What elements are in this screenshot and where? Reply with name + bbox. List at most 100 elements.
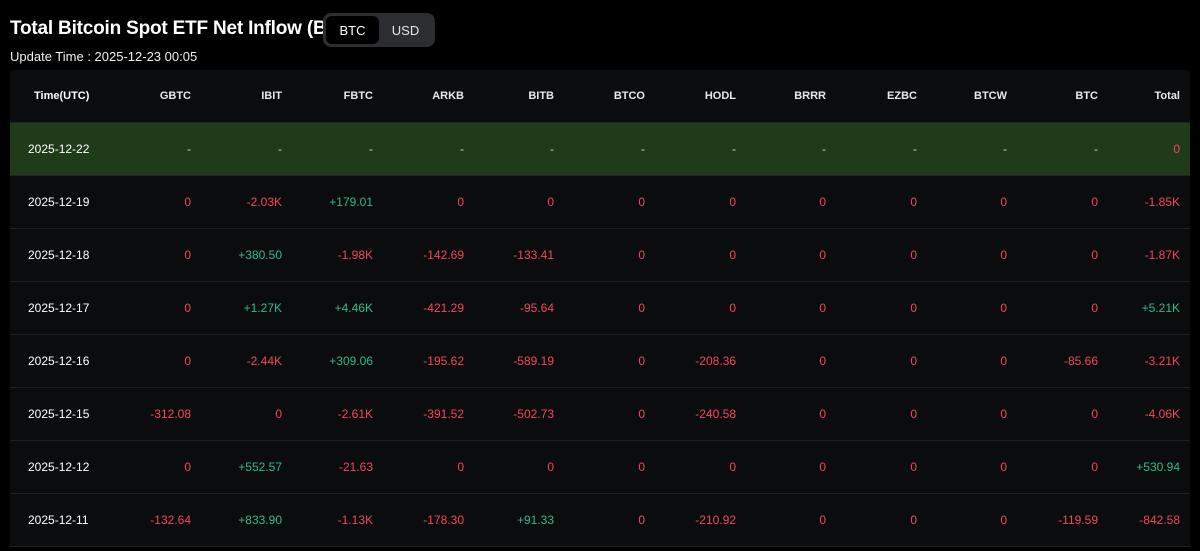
cell-gbtc: 0	[184, 301, 191, 315]
cell-ibit: -	[278, 142, 282, 156]
table-row: 2025-12-11 -132.64 +833.90 -1.13K -178.30 +91…	[10, 494, 1190, 547]
table-header-row: Time(UTC) GBTC IBIT FBTC ARKB BITB BTCO HODL BRR…	[10, 70, 1190, 123]
cell-hodl: 0	[729, 301, 736, 315]
table-row: 2025-12-19 0 -2.03K +179.01 0 0 0 0 0 0 0 0 -1.85K	[10, 176, 1190, 229]
column-header-fbtc: FBTC	[343, 90, 373, 102]
cell-ezbc: 0	[910, 513, 917, 527]
cell-ezbc: 0	[910, 407, 917, 421]
table-row: 2025-12-18 0 +380.50 -1.98K -142.69 -133.41 0 0…	[10, 229, 1190, 282]
cell-fbtc: -1.98K	[337, 248, 373, 262]
cell-total: +5.21K	[1141, 301, 1180, 315]
cell-hodl: -210.92	[695, 513, 736, 527]
cell-gbtc: 0	[184, 248, 191, 262]
cell-total: -1.87K	[1144, 248, 1180, 262]
date-cell: 2025-12-22	[28, 142, 90, 156]
cell-bitb: 0	[547, 195, 554, 209]
cell-arkb: -391.52	[423, 407, 464, 421]
cell-gbtc: -132.64	[150, 513, 191, 527]
column-header-brrr: BRRR	[794, 90, 826, 102]
cell-fbtc: +309.06	[329, 354, 373, 368]
date-cell: 2025-12-16	[28, 354, 90, 368]
cell-btcw: 0	[1000, 513, 1007, 527]
cell-gbtc: -312.08	[150, 407, 191, 421]
cell-btco: 0	[638, 460, 645, 474]
table-row: 2025-12-22 - - - - - - - - - - - 0	[10, 123, 1190, 176]
cell-brrr: 0	[819, 513, 826, 527]
cell-ibit: +1.27K	[243, 301, 282, 315]
cell-fbtc: -21.63	[338, 460, 373, 474]
cell-ezbc: 0	[910, 354, 917, 368]
column-header-ezbc: EZBC	[887, 90, 917, 102]
date-cell: 2025-12-11	[28, 513, 89, 527]
cell-fbtc: +4.46K	[334, 301, 373, 315]
date-cell: 2025-12-18	[28, 248, 90, 262]
cell-ezbc: 0	[910, 460, 917, 474]
cell-fbtc: -1.13K	[337, 513, 373, 527]
cell-btco: 0	[638, 195, 645, 209]
cell-btco: 0	[638, 301, 645, 315]
cell-btc: 0	[1091, 301, 1098, 315]
column-header-btc: BTC	[1075, 90, 1098, 102]
date-cell: 2025-12-19	[28, 195, 90, 209]
cell-total: -1.85K	[1144, 195, 1180, 209]
date-cell: 2025-12-17	[28, 301, 90, 315]
column-header-btcw: BTCW	[974, 90, 1007, 102]
column-header-gbtc: GBTC	[159, 90, 191, 102]
cell-ibit: +552.57	[238, 460, 282, 474]
cell-bitb: -	[550, 142, 554, 156]
cell-arkb: -142.69	[423, 248, 464, 262]
table-row: 2025-12-15 -312.08 0 -2.61K -391.52 -502.73 0 -…	[10, 388, 1190, 441]
cell-ibit: 0	[275, 407, 282, 421]
cell-total: -842.58	[1139, 513, 1180, 527]
column-header-btco: BTCO	[613, 90, 645, 102]
cell-brrr: 0	[819, 407, 826, 421]
cell-btcw: -	[1003, 142, 1007, 156]
cell-brrr: 0	[819, 354, 826, 368]
cell-btco: -	[641, 142, 645, 156]
date-cell: 2025-12-12	[28, 460, 90, 474]
cell-bitb: -502.73	[513, 407, 554, 421]
cell-hodl: 0	[729, 248, 736, 262]
cell-btcw: 0	[1000, 460, 1007, 474]
cell-hodl: 0	[729, 460, 736, 474]
currency-toggle: BTC USD	[323, 13, 435, 47]
cell-gbtc: 0	[184, 195, 191, 209]
etf-flow-table: Time(UTC) GBTC IBIT FBTC ARKB BITB BTCO HODL BRR…	[10, 70, 1190, 547]
column-header-time-utc: Time(UTC)	[34, 90, 90, 102]
cell-bitb: -95.64	[519, 301, 554, 315]
column-header-bitb: BITB	[528, 90, 554, 102]
cell-arkb: 0	[457, 460, 464, 474]
cell-fbtc: +179.01	[329, 195, 373, 209]
cell-brrr: 0	[819, 248, 826, 262]
cell-btco: 0	[638, 354, 645, 368]
cell-arkb: -178.30	[423, 513, 464, 527]
cell-btcw: 0	[1000, 354, 1007, 368]
cell-gbtc: 0	[184, 354, 191, 368]
cell-arkb: -195.62	[423, 354, 464, 368]
cell-btcw: 0	[1000, 195, 1007, 209]
cell-btc: -85.66	[1063, 354, 1098, 368]
cell-hodl: -208.36	[695, 354, 736, 368]
cell-btc: -	[1094, 142, 1098, 156]
cell-ezbc: -	[913, 142, 917, 156]
cell-bitb: -133.41	[513, 248, 554, 262]
cell-total: 0	[1173, 142, 1180, 156]
cell-total: +530.94	[1136, 460, 1180, 474]
usd-toggle-button[interactable]: USD	[379, 16, 432, 44]
update-time: Update Time : 2025-12-23 00:05	[10, 49, 198, 64]
page-title: Total Bitcoin Spot ETF Net Inflow (BTC)	[10, 18, 358, 39]
cell-brrr: 0	[819, 195, 826, 209]
btc-toggle-button[interactable]: BTC	[326, 16, 379, 44]
cell-total: -3.21K	[1144, 354, 1180, 368]
cell-btc: 0	[1091, 195, 1098, 209]
cell-btcw: 0	[1000, 248, 1007, 262]
cell-ezbc: 0	[910, 195, 917, 209]
column-header-total: Total	[1154, 90, 1180, 102]
cell-ibit: +833.90	[238, 513, 282, 527]
cell-brrr: 0	[819, 460, 826, 474]
cell-bitb: -589.19	[513, 354, 554, 368]
cell-ibit: -2.44K	[246, 354, 282, 368]
cell-btc: 0	[1091, 460, 1098, 474]
cell-brrr: 0	[819, 301, 826, 315]
cell-bitb: 0	[547, 460, 554, 474]
